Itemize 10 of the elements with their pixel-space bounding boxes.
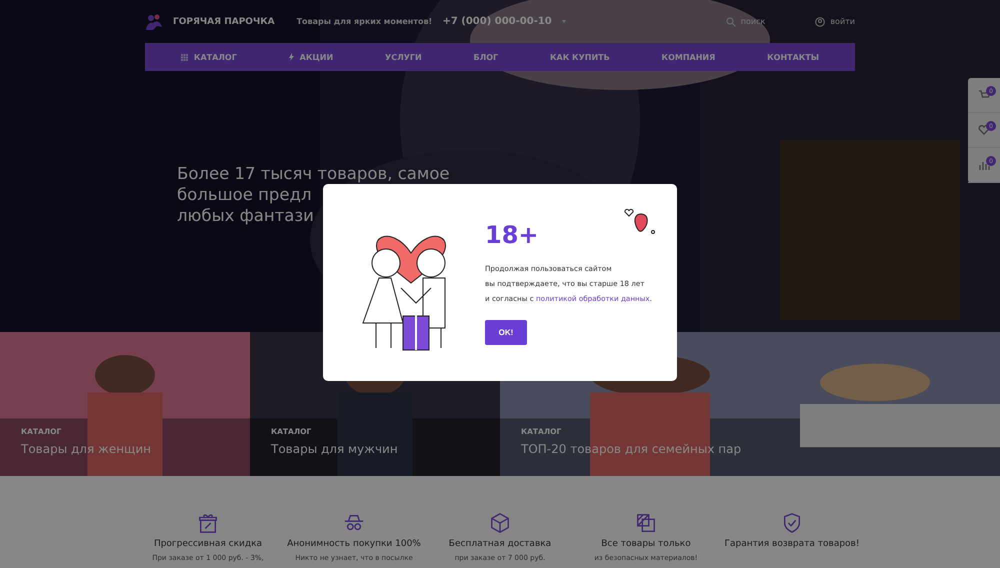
feature-title: Прогрессивная скидка <box>154 539 262 549</box>
box-icon <box>489 512 511 534</box>
feature-title: Гарантия возврата товаров! <box>724 539 860 549</box>
fabric-icon <box>635 512 657 534</box>
feature-title: Все товары только <box>601 539 691 549</box>
shield-icon <box>781 512 803 534</box>
feature-title: Анонимность покупки 100% <box>287 539 421 549</box>
gift-icon <box>197 512 219 534</box>
category-title[interactable]: Товары для женщин <box>21 442 151 456</box>
feature-title: Бесплатная доставка <box>448 539 552 549</box>
